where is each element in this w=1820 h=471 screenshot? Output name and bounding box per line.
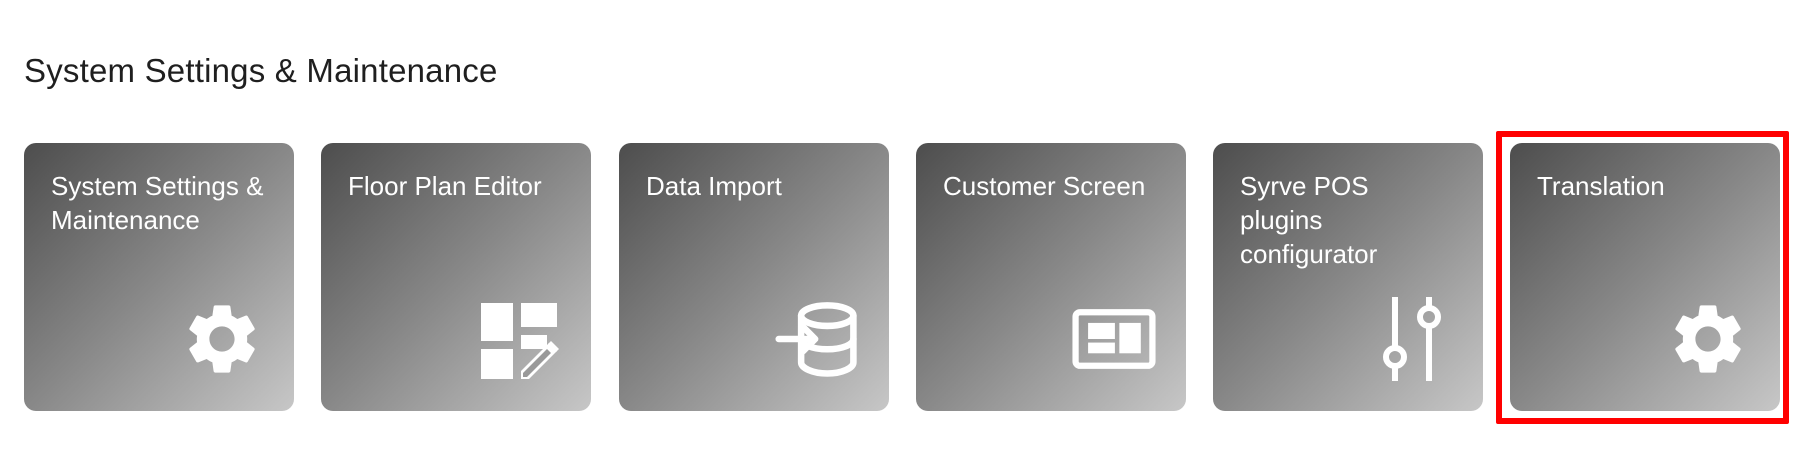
floor-plan-edit-icon	[477, 297, 561, 381]
tile-system-settings[interactable]: System Settings & Maintenance	[24, 143, 294, 411]
tile-label: Translation	[1537, 171, 1665, 201]
tile-label: Floor Plan Editor	[348, 171, 542, 201]
gear-icon	[180, 297, 264, 381]
tile-translation[interactable]: Translation	[1510, 143, 1780, 411]
gear-icon	[1666, 297, 1750, 381]
tile-label: Data Import	[646, 171, 782, 201]
tile-label: Customer Screen	[943, 171, 1146, 201]
sliders-icon	[1369, 297, 1453, 381]
tile-data-import[interactable]: Data Import	[619, 143, 889, 411]
database-import-icon	[775, 297, 859, 381]
tile-label: System Settings & Maintenance	[51, 171, 264, 235]
section-title: System Settings & Maintenance	[24, 52, 498, 89]
tile-floor-plan-editor[interactable]: Floor Plan Editor	[321, 143, 591, 411]
tile-customer-screen[interactable]: Customer Screen	[916, 143, 1186, 411]
tile-plugins-configurator[interactable]: Syrve POS plugins configurator	[1213, 143, 1483, 411]
customer-display-icon	[1072, 297, 1156, 381]
tile-label: Syrve POS plugins configurator	[1240, 171, 1378, 269]
